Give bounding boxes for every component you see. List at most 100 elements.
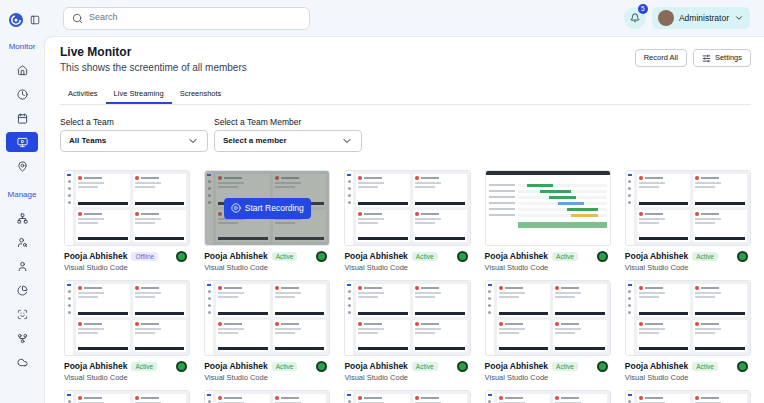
stream-card[interactable]	[204, 390, 330, 403]
status-dot-icon	[457, 361, 468, 372]
thumbnail-panel	[553, 394, 607, 403]
thumbnail-panel	[693, 320, 747, 353]
chevron-down-icon	[187, 135, 199, 147]
stream-thumbnail[interactable]	[64, 390, 190, 403]
stream-card[interactable]: Pooja AbhishekActiveVisual Studio Code	[625, 280, 751, 383]
tabs: ActivitiesLive StreamingScreenshots	[60, 88, 751, 105]
stream-card[interactable]: Pooja AbhishekActiveVisual Studio Code	[344, 170, 470, 273]
tab[interactable]: Activities	[60, 88, 106, 104]
member-app: Visual Studio Code	[625, 372, 751, 383]
user-menu[interactable]: Administrator	[652, 7, 750, 29]
stream-card[interactable]: Pooja AbhishekActiveVisual Studio Code	[625, 170, 751, 273]
sidebar-item[interactable]	[6, 304, 38, 324]
thumbnail-panel	[133, 320, 187, 353]
thumbnail-panel	[133, 174, 187, 207]
stream-card[interactable]: Pooja AbhishekOfflineVisual Studio Code	[64, 170, 190, 273]
thumbnail-panel	[693, 394, 747, 403]
tab[interactable]: Screenshots	[172, 88, 230, 104]
status-dot-icon	[176, 361, 187, 372]
action-button[interactable]: Settings	[693, 49, 751, 67]
stream-card[interactable]: Pooja AbhishekActiveVisual Studio Code	[344, 280, 470, 383]
stream-card[interactable]	[64, 390, 190, 403]
member-app: Visual Studio Code	[204, 262, 330, 273]
stream-thumbnail[interactable]	[485, 390, 611, 403]
sidebar-item-icon	[17, 357, 28, 368]
member-name: Pooja Abhishek	[485, 250, 548, 262]
main-panel: Live MonitorThis shows the screentime of…	[44, 36, 764, 403]
thumbnail-panel	[413, 320, 467, 353]
filter-dropdown[interactable]: Select a member	[214, 130, 362, 152]
thumbnail-panel	[273, 394, 327, 403]
search-input[interactable]: Search	[63, 7, 310, 30]
member-name: Pooja Abhishek	[625, 250, 688, 262]
member-app: Visual Studio Code	[344, 262, 470, 273]
hover-overlay: Start Recording	[205, 171, 329, 245]
sidebar-item[interactable]	[6, 256, 38, 276]
status-dot-icon	[737, 251, 748, 262]
sidebar-item-icon	[17, 161, 28, 172]
thumbnail-panel	[356, 320, 410, 353]
stream-thumbnail[interactable]	[625, 170, 751, 246]
stream-card[interactable]: Pooja AbhishekActiveVisual Studio Code	[64, 280, 190, 383]
stream-thumbnail[interactable]	[64, 280, 190, 356]
notification-button[interactable]: 5	[624, 7, 646, 29]
sidebar-section-label: Manage	[8, 190, 37, 200]
action-button[interactable]: Record All	[635, 49, 687, 67]
stream-card[interactable]: Pooja AbhishekActiveVisual Studio Code	[485, 170, 611, 273]
member-app: Visual Studio Code	[64, 372, 190, 383]
sliders-icon	[702, 54, 711, 63]
status-dot-icon	[316, 251, 327, 262]
stream-thumbnail[interactable]: Start Recording	[204, 170, 330, 246]
sidebar-item[interactable]	[6, 84, 38, 104]
member-app: Visual Studio Code	[204, 372, 330, 383]
stream-card[interactable]	[625, 390, 751, 403]
thumbnail-panel	[216, 284, 270, 317]
thumbnail-panel	[356, 174, 410, 207]
sidebar-item-icon	[17, 89, 28, 100]
stream-thumbnail[interactable]	[485, 280, 611, 356]
stream-thumbnail[interactable]	[625, 280, 751, 356]
stream-card[interactable]: Pooja AbhishekActiveVisual Studio Code	[204, 280, 330, 383]
page-title: Live Monitor	[60, 44, 247, 60]
thumbnail-panel	[413, 174, 467, 207]
stream-thumbnail[interactable]	[344, 280, 470, 356]
thumbnail-panel	[413, 284, 467, 317]
stream-thumbnail[interactable]	[64, 170, 190, 246]
sidebar-item[interactable]	[6, 156, 38, 176]
stream-thumbnail[interactable]	[344, 390, 470, 403]
thumbnail-panel	[693, 210, 747, 243]
member-name: Pooja Abhishek	[64, 360, 127, 372]
stream-thumbnail[interactable]	[204, 390, 330, 403]
stream-thumbnail[interactable]	[344, 170, 470, 246]
filter-label: Select a Team Member	[214, 117, 362, 128]
sidebar-item[interactable]	[6, 60, 38, 80]
status-badge: Offline	[131, 252, 158, 261]
filter-dropdown[interactable]: All Teams	[60, 130, 208, 152]
stream-card[interactable]	[485, 390, 611, 403]
stream-card[interactable]	[344, 390, 470, 403]
status-badge: Active	[272, 362, 298, 371]
collapse-icon[interactable]	[30, 15, 40, 25]
thumbnail-panel	[76, 284, 130, 317]
sidebar-item[interactable]	[6, 232, 38, 252]
sidebar-item[interactable]	[6, 208, 38, 228]
stream-thumbnail[interactable]	[625, 390, 751, 403]
thumbnail-panel	[76, 320, 130, 353]
sidebar-item[interactable]	[6, 280, 38, 300]
stream-thumbnail[interactable]	[485, 170, 611, 246]
sidebar-item[interactable]	[6, 108, 38, 128]
status-badge: Active	[552, 252, 578, 261]
thumbnail-panel	[356, 394, 410, 403]
sidebar-item[interactable]	[6, 328, 38, 348]
sidebar-item[interactable]	[6, 132, 38, 152]
member-name: Pooja Abhishek	[625, 360, 688, 372]
thumbnail-panel	[356, 284, 410, 317]
stream-card[interactable]: Start RecordingPooja AbhishekActiveVisua…	[204, 170, 330, 273]
stream-thumbnail[interactable]	[204, 280, 330, 356]
start-recording-button[interactable]: Start Recording	[224, 198, 311, 219]
sidebar-item[interactable]	[6, 352, 38, 372]
thumbnail-panel	[76, 394, 130, 403]
member-name: Pooja Abhishek	[344, 250, 407, 262]
tab[interactable]: Live Streaming	[106, 88, 172, 104]
stream-card[interactable]: Pooja AbhishekActiveVisual Studio Code	[485, 280, 611, 383]
